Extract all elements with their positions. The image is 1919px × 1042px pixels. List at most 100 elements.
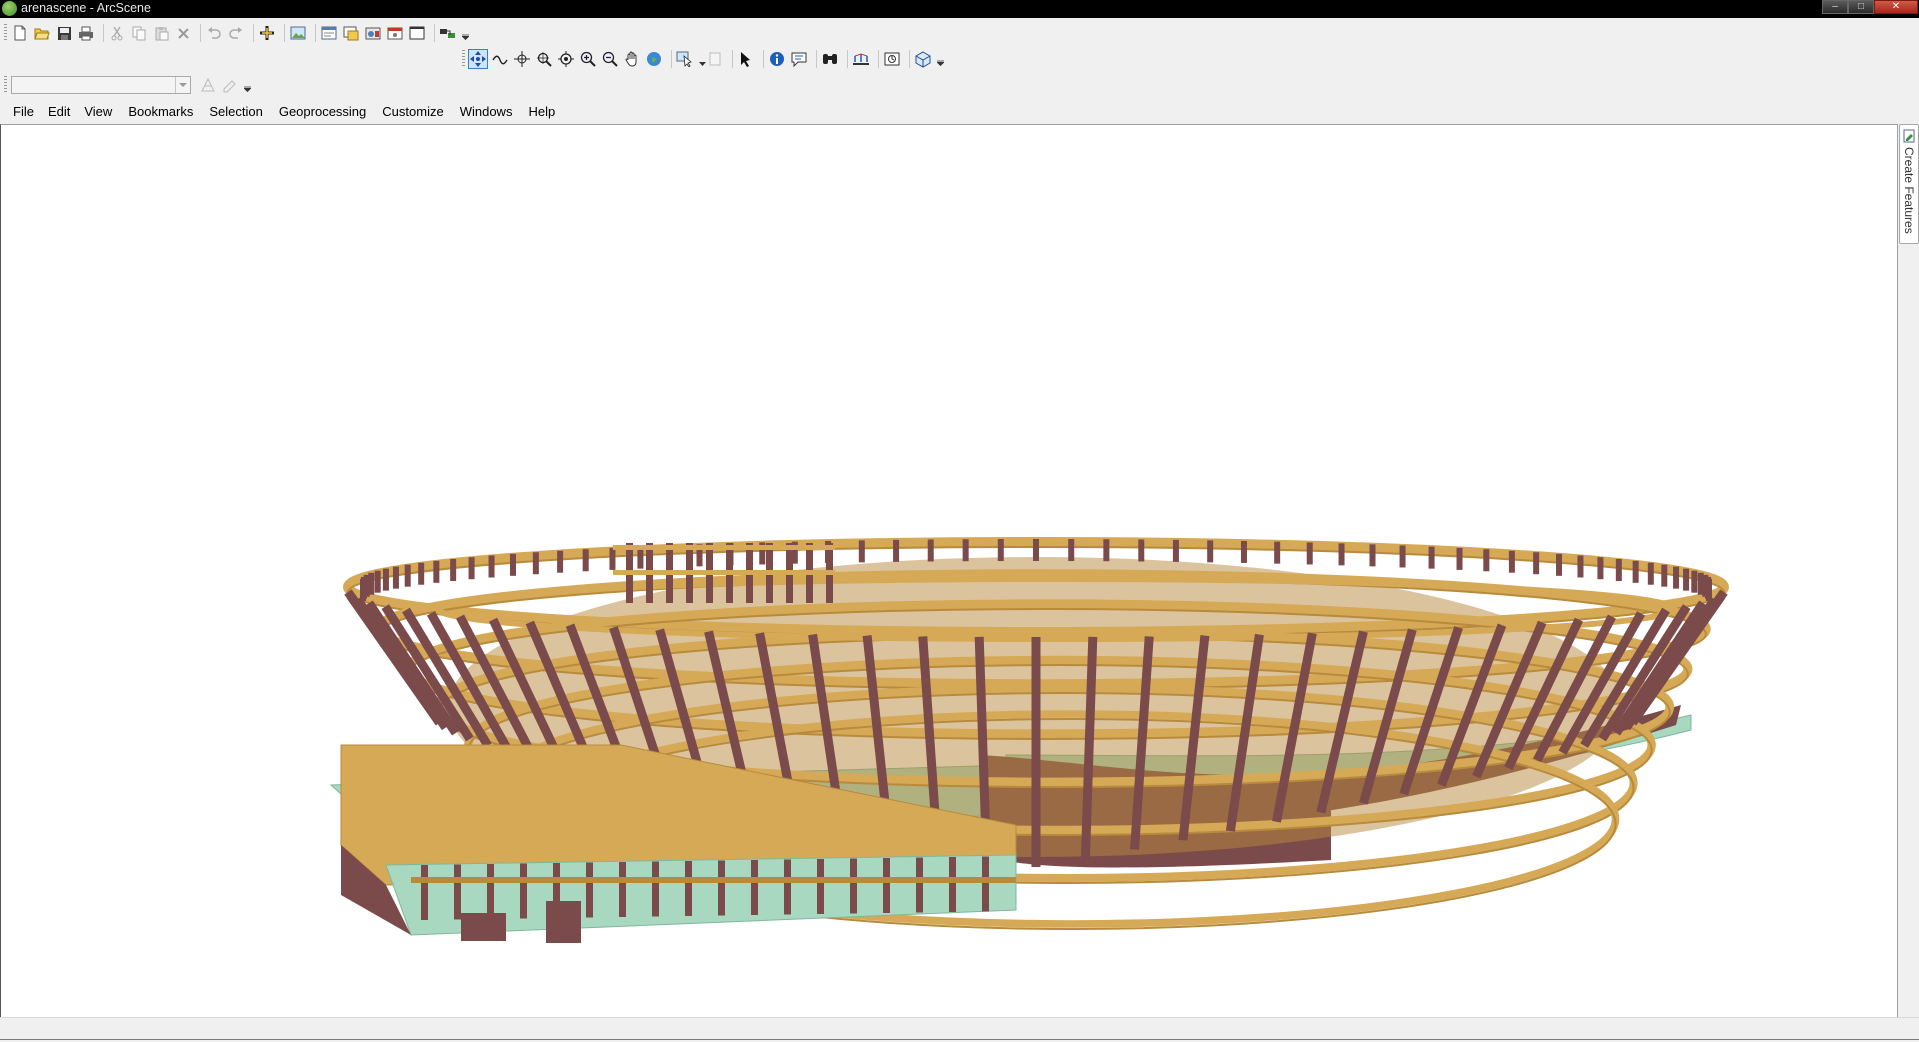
scene-properties-icon[interactable] [320, 24, 338, 42]
select-dropdown-chevron-icon[interactable] [698, 52, 706, 66]
close-button[interactable]: ✕ [1874, 0, 1918, 14]
annex-column [751, 860, 758, 915]
tower-beam [613, 545, 835, 550]
back-column [1207, 540, 1214, 563]
back-column [557, 550, 564, 573]
target-center-icon[interactable] [513, 50, 531, 68]
menu-bookmarks[interactable]: Bookmarks [119, 104, 200, 120]
set-observer-icon[interactable] [557, 50, 575, 68]
toolbar-grip[interactable] [462, 50, 465, 68]
back-column [1556, 553, 1563, 576]
zoom-out-icon[interactable] [601, 50, 619, 68]
delete-icon[interactable] [174, 24, 192, 42]
chevron-down-icon[interactable] [175, 77, 190, 93]
create-features-icon [1903, 129, 1915, 143]
toolbar-separator [816, 50, 817, 68]
toolbar-separator [315, 24, 316, 42]
annex-core [546, 901, 581, 943]
layer-properties-icon[interactable] [342, 24, 360, 42]
measure-icon[interactable] [852, 50, 870, 68]
arcscene-app-icon [2, 1, 17, 16]
toolbar-separator [763, 50, 764, 68]
toolbar-options-chevron-icon[interactable] [243, 78, 251, 92]
menu-edit[interactable]: Edit [41, 104, 77, 120]
back-column [1683, 568, 1690, 591]
navigate-icon[interactable] [468, 49, 488, 69]
toolbar-grip[interactable] [4, 76, 7, 94]
menu-geoprocessing[interactable]: Geoprocessing [270, 104, 373, 120]
layer-edit-icon[interactable] [221, 76, 239, 94]
back-column [997, 539, 1004, 562]
arena-3d-model[interactable] [1, 125, 1897, 1017]
new-document-icon[interactable] [11, 24, 29, 42]
paste-icon[interactable] [152, 24, 170, 42]
html-popup-icon[interactable] [790, 50, 808, 68]
select-elements-icon[interactable] [737, 50, 755, 68]
catalog-window-icon[interactable] [408, 24, 426, 42]
back-column [1172, 539, 1179, 562]
window-icon[interactable] [386, 24, 404, 42]
zoom-in-icon[interactable] [579, 50, 597, 68]
maximize-button[interactable]: □ [1848, 0, 1874, 14]
print-icon[interactable] [77, 24, 95, 42]
animation-icon[interactable] [364, 24, 382, 42]
fly-icon[interactable] [491, 50, 509, 68]
menu-help[interactable]: Help [519, 104, 562, 120]
identify-icon[interactable] [768, 50, 786, 68]
create-features-tab[interactable]: Create Features [1899, 124, 1919, 244]
menu-selection[interactable]: Selection [200, 104, 269, 120]
back-column [532, 552, 539, 575]
3d-effects-icon[interactable] [914, 50, 932, 68]
back-column [433, 560, 440, 583]
minimize-button[interactable]: – [1822, 0, 1848, 14]
toolbar-grip[interactable] [4, 24, 7, 42]
layer-options-icon[interactable] [199, 76, 217, 94]
toolbar-options-chevron-icon[interactable] [936, 52, 944, 66]
pan-icon[interactable] [623, 50, 641, 68]
find-icon[interactable] [821, 50, 839, 68]
back-column [893, 539, 900, 562]
full-extent-icon[interactable] [645, 50, 663, 68]
annex-column [883, 858, 890, 913]
add-data-icon[interactable] [258, 24, 276, 42]
undo-icon[interactable] [205, 24, 223, 42]
toolbar-separator [253, 24, 254, 42]
annex-slab [411, 877, 1016, 883]
scene-view[interactable] [0, 124, 1898, 1018]
export-scene-icon[interactable] [289, 24, 307, 42]
layer-combobox[interactable] [11, 76, 191, 94]
annex-column [487, 864, 494, 919]
back-column [404, 564, 411, 587]
tools-toolbar [462, 49, 944, 69]
back-column [582, 549, 589, 572]
back-column [1706, 579, 1712, 601]
back-column [488, 555, 495, 578]
back-column [382, 568, 389, 591]
copy-icon[interactable] [130, 24, 148, 42]
back-column [1033, 539, 1039, 561]
toolbar-separator [909, 50, 910, 68]
back-column [418, 562, 425, 585]
swipe-icon[interactable] [883, 50, 901, 68]
annex-column [520, 863, 527, 919]
select-features-icon[interactable] [676, 50, 694, 68]
clear-selection-icon[interactable] [706, 50, 724, 68]
menu-customize[interactable]: Customize [373, 104, 450, 120]
menu-windows[interactable]: Windows [451, 104, 520, 120]
toolbar-options-chevron-icon[interactable] [461, 26, 469, 40]
open-folder-icon[interactable] [33, 24, 51, 42]
back-column [962, 539, 969, 562]
menu-view[interactable]: View [77, 104, 119, 120]
back-column [392, 566, 399, 589]
zoom-to-target-icon[interactable] [535, 50, 553, 68]
arctoolbox-icon[interactable] [439, 24, 457, 42]
annex-column [916, 857, 923, 913]
save-icon[interactable] [55, 24, 73, 42]
annex-column [619, 862, 626, 917]
annex-column [652, 861, 659, 917]
cut-icon[interactable] [108, 24, 126, 42]
annex-column [949, 857, 956, 912]
back-column [1673, 566, 1680, 589]
redo-icon[interactable] [227, 24, 245, 42]
menu-file[interactable]: File [6, 104, 41, 120]
